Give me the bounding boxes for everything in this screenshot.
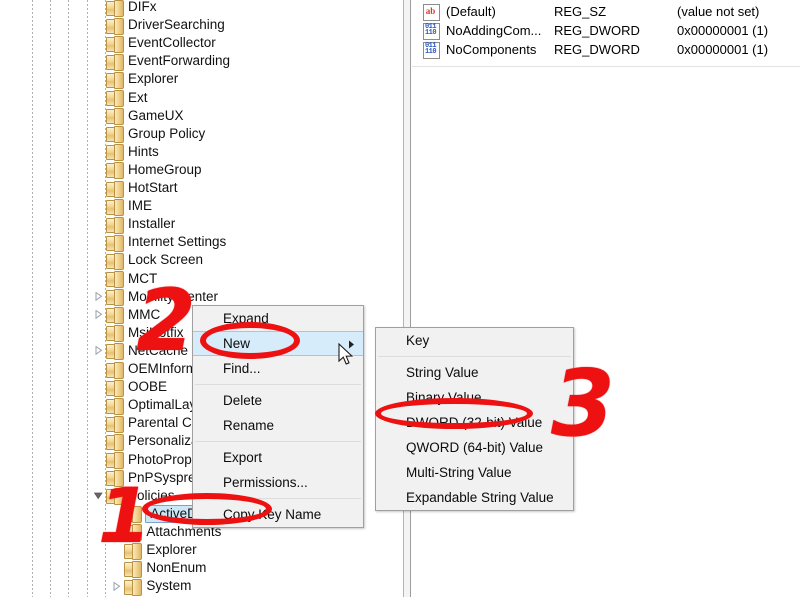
menu-item[interactable]: Export bbox=[193, 445, 363, 470]
menu-item-label: String Value bbox=[406, 365, 479, 380]
menu-item-label: Permissions... bbox=[223, 475, 308, 490]
menu-item-label: Expand bbox=[223, 311, 269, 326]
string-value-icon: ab bbox=[422, 3, 440, 21]
registry-editor-screen: DIFx DriverSearching EventCollector EventFo… bbox=[0, 0, 800, 600]
value-row[interactable]: 011 110 NoComponents REG_DWORD 0x00000001 (1… bbox=[412, 40, 800, 59]
menu-item-label: Binary Value bbox=[406, 390, 482, 405]
value-data: 0x00000001 (1) bbox=[677, 41, 769, 57]
menu-item-label: New bbox=[223, 336, 251, 351]
menu-item[interactable]: Multi-String Value bbox=[376, 460, 573, 485]
menu-item[interactable]: DWORD (32-bit) Value bbox=[376, 410, 573, 435]
tree-item[interactable]: PreviewHandlers bbox=[106, 592, 230, 597]
values-list-bottom-rule bbox=[412, 66, 800, 67]
menu-item-label: Export bbox=[223, 450, 263, 465]
value-row[interactable]: ab (Default) REG_SZ (value not set) bbox=[412, 2, 800, 21]
folder-icon bbox=[106, 488, 124, 506]
menu-item[interactable]: QWORD (64-bit) Value bbox=[376, 435, 573, 460]
menu-separator bbox=[195, 498, 361, 499]
key-context-menu[interactable]: Expand New Find... Delete Rename Export Permis… bbox=[192, 305, 364, 528]
menu-item-label: Multi-String Value bbox=[406, 465, 512, 480]
menu-item[interactable]: Expand bbox=[193, 306, 363, 331]
chevron-right-icon[interactable] bbox=[92, 339, 104, 363]
value-type: REG_SZ bbox=[554, 3, 607, 19]
menu-item[interactable]: Binary Value bbox=[376, 385, 573, 410]
menu-item[interactable]: Permissions... bbox=[193, 470, 363, 495]
menu-item[interactable]: Key bbox=[376, 328, 573, 353]
menu-item-label: Find... bbox=[223, 361, 261, 376]
mouse-cursor bbox=[338, 342, 355, 367]
value-type: REG_DWORD bbox=[554, 22, 640, 38]
value-row[interactable]: 011 110 NoAddingCom... REG_DWORD 0x00000001 … bbox=[412, 21, 800, 40]
menu-item[interactable]: Delete bbox=[193, 388, 363, 413]
menu-item-label: Key bbox=[406, 333, 430, 348]
menu-item-label: Expandable String Value bbox=[406, 490, 554, 505]
menu-item[interactable]: Rename bbox=[193, 413, 363, 438]
value-name: NoAddingCom... bbox=[446, 22, 542, 38]
value-type: REG_DWORD bbox=[554, 41, 640, 57]
menu-item[interactable]: Expandable String Value bbox=[376, 485, 573, 510]
value-data: 0x00000001 (1) bbox=[677, 22, 769, 38]
menu-item[interactable]: Copy Key Name bbox=[193, 502, 363, 527]
menu-separator bbox=[195, 384, 361, 385]
menu-item-label: Rename bbox=[223, 418, 275, 433]
menu-separator bbox=[378, 356, 571, 357]
menu-item[interactable]: String Value bbox=[376, 360, 573, 385]
menu-separator bbox=[195, 441, 361, 442]
chevron-down-icon[interactable] bbox=[92, 484, 104, 508]
new-submenu[interactable]: Key String Value Binary Value DWORD (32-bit… bbox=[375, 327, 574, 511]
dword-value-icon: 011 110 bbox=[422, 22, 440, 40]
menu-item-label: Delete bbox=[223, 393, 263, 408]
value-data: (value not set) bbox=[677, 3, 760, 19]
value-name: NoComponents bbox=[446, 41, 537, 57]
menu-item-label: QWORD (64-bit) Value bbox=[406, 440, 544, 455]
dword-value-icon: 011 110 bbox=[422, 41, 440, 59]
menu-item-label: Copy Key Name bbox=[223, 507, 322, 522]
chevron-right-icon[interactable] bbox=[92, 303, 104, 327]
tree-item-label: PreviewHandlers bbox=[128, 596, 230, 597]
menu-item-label: DWORD (32-bit) Value bbox=[406, 415, 543, 430]
value-name: (Default) bbox=[446, 3, 496, 19]
